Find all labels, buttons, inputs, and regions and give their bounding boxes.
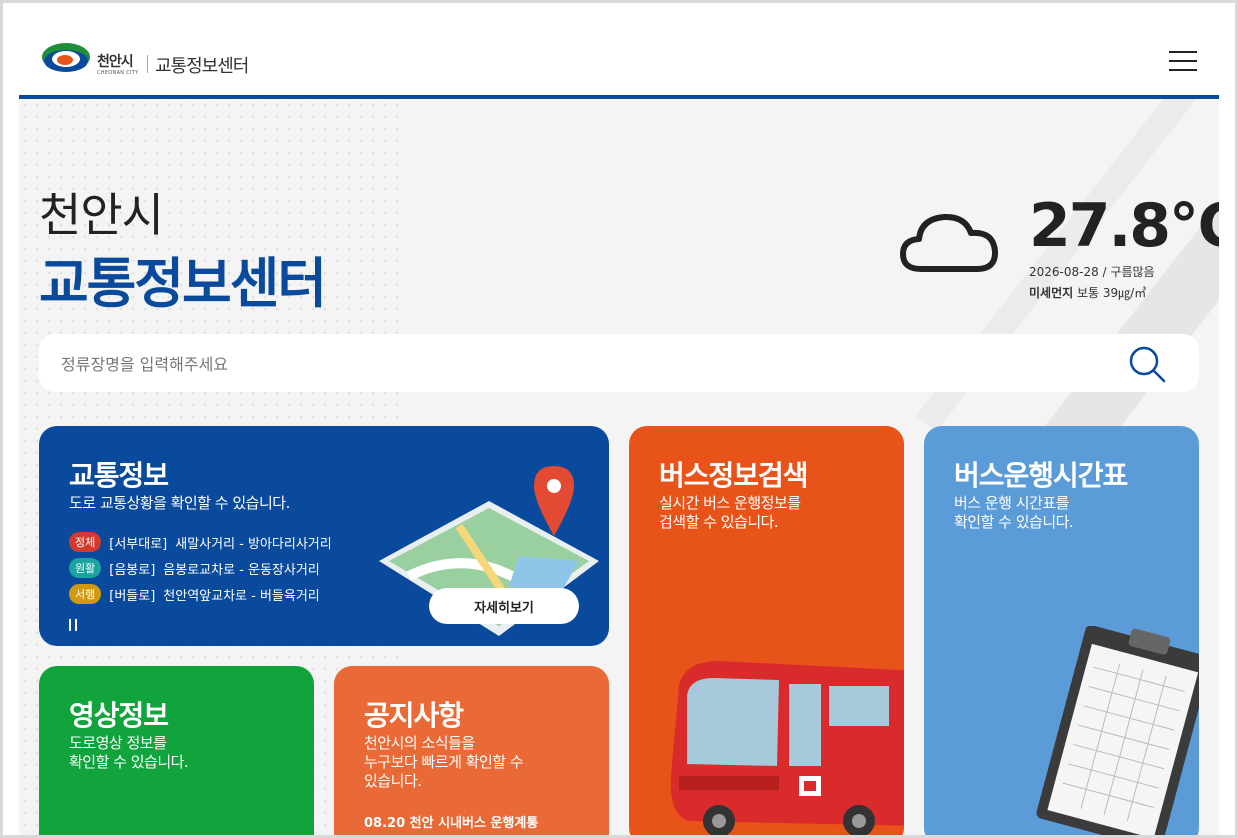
stop-search-input[interactable] xyxy=(59,348,1103,380)
temperature: 27.8℃ xyxy=(1029,191,1219,261)
hero-title-line1: 천안시 xyxy=(39,188,164,242)
notice-card[interactable]: 공지사항 천안시의 소식들을 누구보다 빠르게 확인할 수 있습니다. 08.2… xyxy=(334,666,609,835)
hero-title-line2: 교통정보센터 xyxy=(39,252,327,315)
notice-card-desc-line1: 천안시의 소식들을 xyxy=(364,734,475,752)
app-frame: 천안시 CHEONAN CITY 교통정보센터 천안시 교통정보센터 27.8℃… xyxy=(3,3,1235,835)
logo-city-name: 천안시 xyxy=(97,54,134,70)
status-badge: 원활 xyxy=(69,558,102,578)
fine-dust-value: 보통 39㎍/㎥ xyxy=(1073,286,1147,300)
timetable-card-desc-line2: 확인할 수 있습니다. xyxy=(954,513,1074,531)
logo-city-sub: CHEONAN CITY xyxy=(97,70,139,76)
notice-card-title: 공지사항 xyxy=(364,699,464,732)
pause-icon[interactable] xyxy=(67,619,81,633)
video-card-desc-line2: 확인할 수 있습니다. xyxy=(69,753,189,771)
video-card-desc-line1: 도로영상 정보를 xyxy=(69,734,167,752)
clipboard-icon xyxy=(1036,626,1199,835)
road-name: [음봉로] xyxy=(109,562,156,578)
cloud-icon xyxy=(900,213,999,272)
cheonan-logo[interactable] xyxy=(41,41,91,77)
bus-search-card[interactable]: 버스정보검색 실시간 버스 운행정보를 검색할 수 있습니다. xyxy=(629,426,904,835)
traffic-info-card[interactable]: 교통정보 도로 교통상황을 확인할 수 있습니다. 정체 [서부대로] 새말사거… xyxy=(39,426,609,646)
road-section: 천안역앞교차로 - 버들육거리 xyxy=(163,588,320,604)
view-more-button[interactable]: 자세히보기 xyxy=(429,588,579,624)
logo-divider xyxy=(147,55,148,73)
weather-date-condition: 2026-08-28 / 구름많음 xyxy=(1029,265,1155,279)
road-section: 새말사거리 - 방아다리사거리 xyxy=(175,536,332,552)
road-section: 음봉로교차로 - 운동장사거리 xyxy=(163,562,320,578)
logo-title[interactable]: 교통정보센터 xyxy=(155,52,249,78)
bus-card-title: 버스정보검색 xyxy=(659,459,809,492)
timetable-card-desc-line1: 버스 운행 시간표를 xyxy=(954,494,1069,512)
main-content: 천안시 교통정보센터 27.8℃ 2026-08-28 / 구름많음 미세먼지 … xyxy=(19,99,1219,835)
road-name: [버들로] xyxy=(109,588,156,604)
road-status-row[interactable]: 정체 [서부대로] 새말사거리 - 방아다리사거리 xyxy=(69,531,332,553)
bus-timetable-card[interactable]: 버스운행시간표 버스 운행 시간표를 확인할 수 있습니다. xyxy=(924,426,1199,835)
video-card-title: 영상정보 xyxy=(69,699,169,732)
notice-item[interactable]: 08.20 천안 시내버스 운행계통 xyxy=(364,812,538,831)
stop-search-bar xyxy=(39,334,1199,392)
fine-dust-label: 미세먼지 xyxy=(1029,286,1074,300)
search-icon[interactable] xyxy=(1127,344,1167,384)
road-status-row[interactable]: 원활 [음봉로] 음봉로교차로 - 운동장사거리 xyxy=(69,557,320,579)
timetable-card-title: 버스운행시간표 xyxy=(954,459,1128,492)
notice-card-desc-line2: 누구보다 빠르게 확인할 수 xyxy=(364,753,524,771)
bus-card-desc-line2: 검색할 수 있습니다. xyxy=(659,513,779,531)
site-header: 천안시 CHEONAN CITY 교통정보센터 xyxy=(19,3,1219,99)
red-bus-illustration xyxy=(670,661,904,835)
fine-dust-info: 미세먼지 보통 39㎍/㎥ xyxy=(1029,284,1146,301)
bus-card-desc-line1: 실시간 버스 운행정보를 xyxy=(659,494,801,512)
status-badge: 정체 xyxy=(69,532,102,552)
status-badge: 서행 xyxy=(69,584,102,604)
road-status-row[interactable]: 서행 [버들로] 천안역앞교차로 - 버들육거리 xyxy=(69,583,320,605)
notice-card-desc-line3: 있습니다. xyxy=(364,772,422,790)
road-name: [서부대로] xyxy=(109,536,168,552)
video-info-card[interactable]: 영상정보 도로영상 정보를 확인할 수 있습니다. xyxy=(39,666,314,835)
traffic-card-desc: 도로 교통상황을 확인할 수 있습니다. xyxy=(69,494,290,512)
hamburger-menu-icon[interactable] xyxy=(1167,49,1199,73)
traffic-card-title: 교통정보 xyxy=(69,459,169,492)
